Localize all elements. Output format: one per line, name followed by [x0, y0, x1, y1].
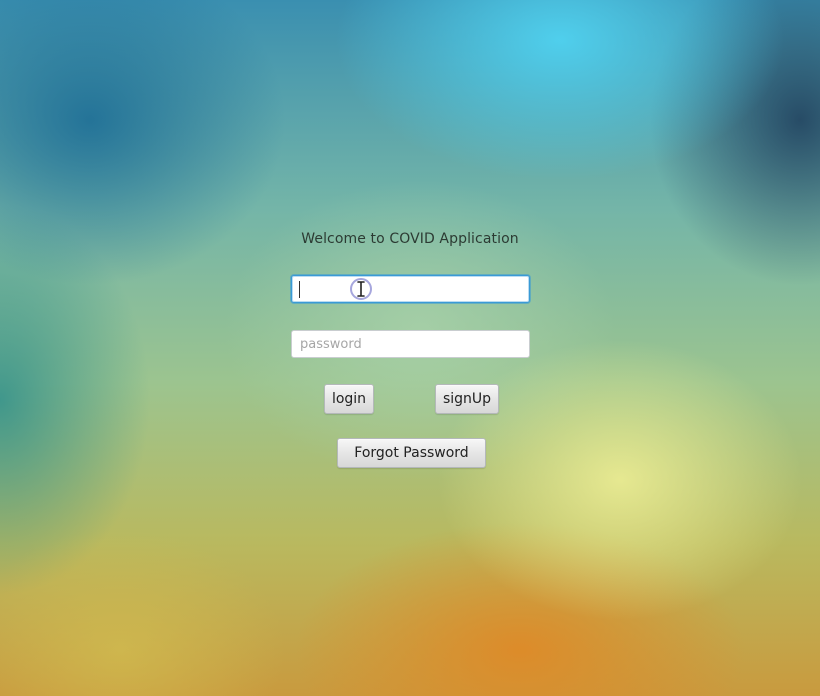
- login-button[interactable]: login: [324, 384, 374, 414]
- forgot-password-button[interactable]: Forgot Password: [337, 438, 486, 468]
- username-input[interactable]: [291, 275, 530, 303]
- i-beam-text-cursor-icon: [350, 278, 372, 300]
- signup-button[interactable]: signUp: [435, 384, 499, 414]
- text-caret: [299, 281, 300, 298]
- password-input[interactable]: [291, 330, 530, 358]
- welcome-heading: Welcome to COVID Application: [301, 231, 519, 247]
